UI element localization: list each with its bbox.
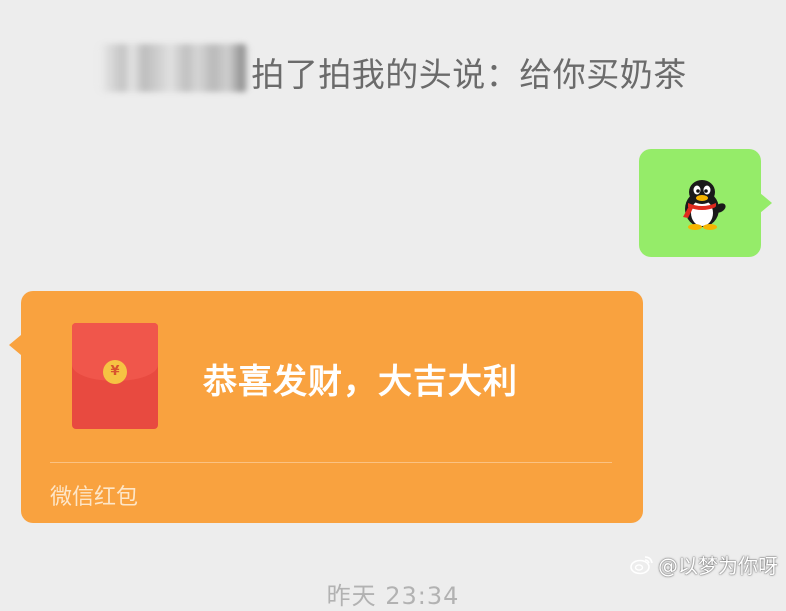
card-divider bbox=[50, 462, 612, 463]
weibo-watermark: @以梦为你呀 bbox=[630, 550, 778, 579]
outgoing-sticker-bubble[interactable] bbox=[639, 149, 772, 257]
qq-penguin-icon bbox=[683, 180, 726, 230]
pat-notice-text: 拍了拍我的头说：给你买奶茶 bbox=[251, 55, 687, 94]
coin-icon: ¥ bbox=[103, 360, 127, 384]
red-packet-message[interactable]: ¥ 恭喜发财，大吉大利 微信红包 bbox=[9, 291, 643, 523]
red-envelope-icon: ¥ bbox=[72, 323, 158, 429]
red-packet-greeting: 恭喜发财，大吉大利 bbox=[203, 362, 518, 402]
weibo-icon bbox=[630, 555, 653, 574]
watermark-text: @以梦为你呀 bbox=[658, 554, 778, 578]
pat-notice: 拍了拍我的头说：给你买奶茶 bbox=[0, 44, 786, 96]
message-timestamp: 昨天 23:34 bbox=[326, 582, 460, 610]
red-packet-footer-label: 微信红包 bbox=[50, 485, 139, 510]
blurred-username bbox=[99, 44, 250, 92]
